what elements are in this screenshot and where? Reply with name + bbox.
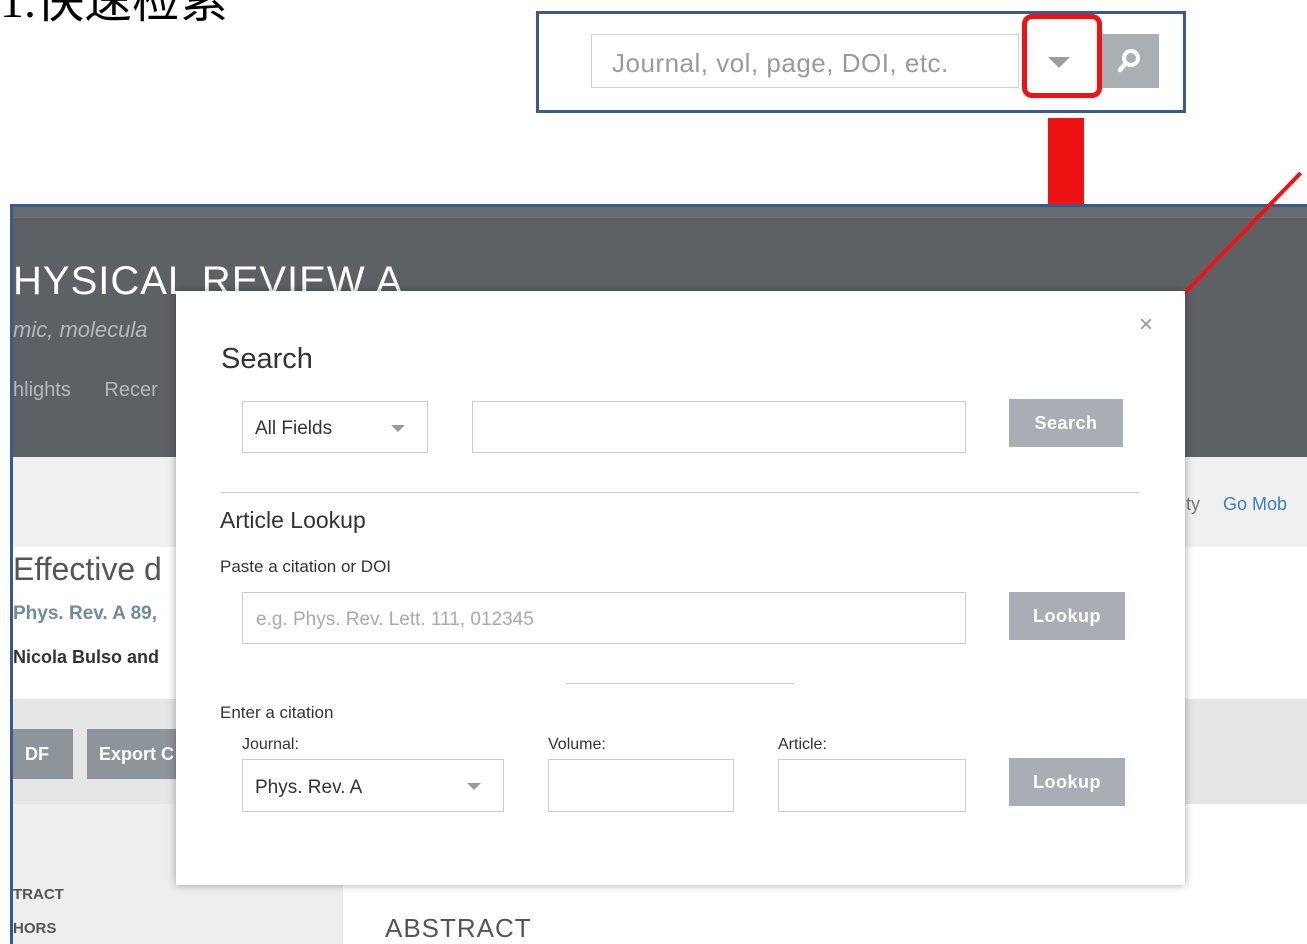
journal-subtitle: mic, molecula <box>13 317 148 342</box>
field-select-value: All Fields <box>255 418 333 439</box>
go-mobile-link[interactable]: Go Mob <box>1223 494 1287 514</box>
chevron-down-icon <box>391 425 405 432</box>
quick-search-button[interactable] <box>1099 34 1159 88</box>
quick-search-callout: Journal, vol, page, DOI, etc. <box>536 11 1186 113</box>
nav-item-highlights[interactable]: hlights <box>13 379 71 401</box>
chevron-down-icon <box>467 783 481 790</box>
citation-lookup-button[interactable]: Lookup <box>1009 758 1125 806</box>
slide-title: 1.快速检索 <box>0 0 229 28</box>
nav-item-recent[interactable]: Recer <box>104 379 157 401</box>
lookup-divider <box>566 683 794 684</box>
article-title: Effective d <box>13 551 162 587</box>
section-divider <box>220 492 1140 493</box>
article-label: Article: <box>778 736 827 753</box>
journal-nav: hlights Recer <box>13 379 186 402</box>
journal-select-value: Phys. Rev. A <box>255 777 363 798</box>
quick-search-input[interactable]: Journal, vol, page, DOI, etc. <box>591 34 1019 88</box>
article-authors: Nicola Bulso and <box>13 647 160 667</box>
search-heading: Search <box>221 343 313 375</box>
volume-label: Volume: <box>548 736 606 753</box>
search-modal: × Search All Fields Search Article Looku… <box>176 291 1185 885</box>
enter-citation-label: Enter a citation <box>220 703 334 722</box>
citation-doi-placeholder: e.g. Phys. Rev. Lett. 111, 012345 <box>256 609 534 630</box>
citation-doi-input[interactable]: e.g. Phys. Rev. Lett. 111, 012345 <box>242 592 966 644</box>
volume-input[interactable] <box>548 759 734 812</box>
abstract-heading: ABSTRACT <box>385 913 532 943</box>
top-nav-bar <box>13 207 1307 218</box>
search-input[interactable] <box>472 401 966 453</box>
dropdown-highlight-box <box>1022 14 1102 98</box>
article-input[interactable] <box>778 759 966 812</box>
sidebar-item-abstract[interactable]: TRACT <box>13 886 64 903</box>
paste-citation-label: Paste a citation or DOI <box>220 557 392 576</box>
journal-reference: Phys. Rev. A 89, <box>13 603 157 624</box>
search-icon <box>1117 49 1140 73</box>
quick-search-placeholder: Journal, vol, page, DOI, etc. <box>612 48 949 78</box>
pdf-button[interactable]: DF <box>13 729 73 779</box>
journal-label: Journal: <box>242 736 299 753</box>
search-button[interactable]: Search <box>1009 399 1123 447</box>
article-lookup-heading: Article Lookup <box>220 507 366 533</box>
close-icon[interactable]: × <box>1139 313 1153 337</box>
sidebar-item-authors[interactable]: HORS <box>13 920 56 937</box>
journal-select[interactable]: Phys. Rev. A <box>242 759 504 812</box>
arrow-shaft <box>1048 118 1084 208</box>
lookup-button[interactable]: Lookup <box>1009 592 1125 640</box>
field-select[interactable]: All Fields <box>242 401 428 453</box>
account-links: sity Go Mob <box>1173 494 1287 515</box>
